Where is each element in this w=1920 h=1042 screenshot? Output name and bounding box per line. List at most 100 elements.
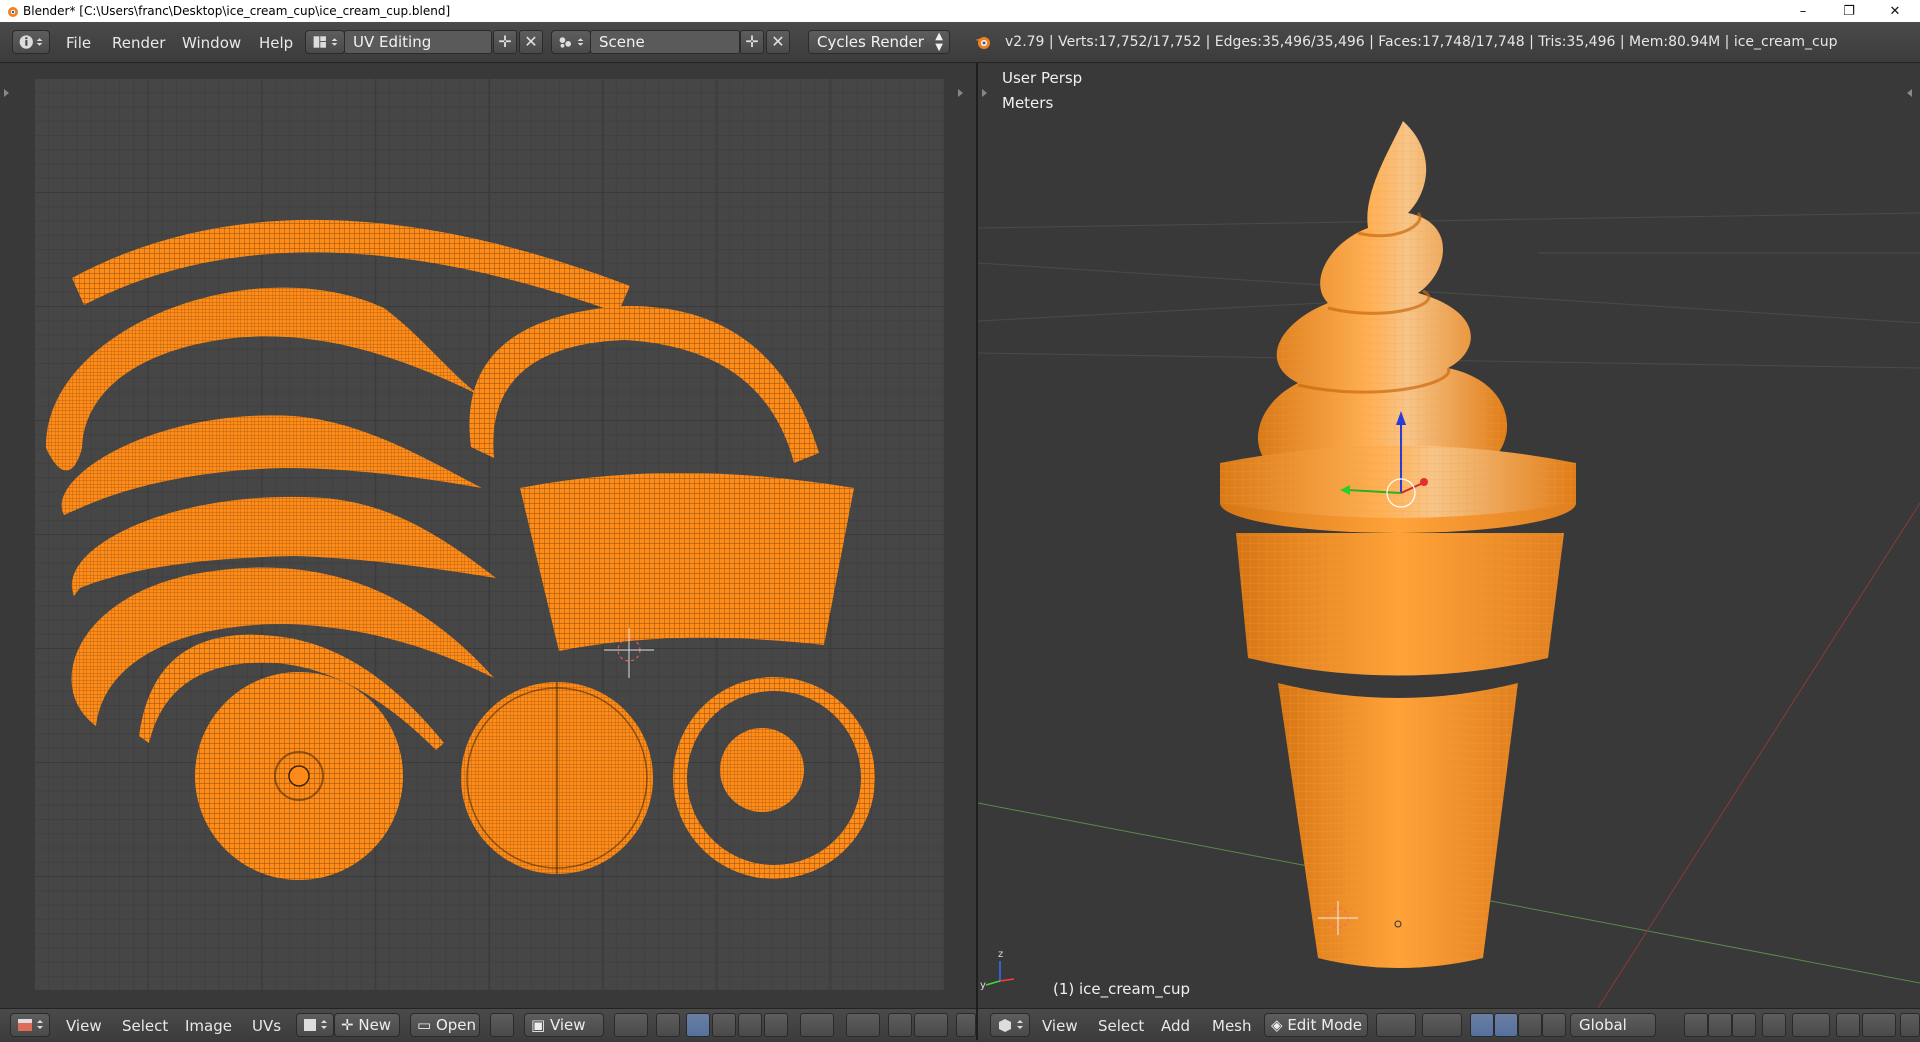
translate-manipulator-icon[interactable] xyxy=(1494,1013,1518,1037)
delete-scene-button[interactable]: ✕ xyxy=(766,30,790,54)
manipulator-toggle-icon[interactable] xyxy=(1470,1013,1494,1037)
edge-select-icon[interactable] xyxy=(712,1013,736,1037)
uv-island-cup-band[interactable] xyxy=(520,473,854,651)
uv-view-mode-label: View xyxy=(549,1016,586,1034)
uv-menu-uvs[interactable]: UVs xyxy=(252,1017,281,1035)
uv-view-mode-dropdown[interactable]: ▣ View xyxy=(524,1013,604,1037)
region-toggle-arrow-icon[interactable] xyxy=(4,89,9,97)
render-engine-label: Cycles Render xyxy=(817,33,924,51)
pivot-point-icon[interactable] xyxy=(1422,1013,1462,1037)
uv-image-editor[interactable] xyxy=(0,63,976,1008)
minimize-button[interactable]: – xyxy=(1780,0,1826,22)
proportional-edit-icon[interactable] xyxy=(1792,1013,1830,1037)
image-editor-icon xyxy=(18,1019,43,1031)
layer-button-2-icon[interactable] xyxy=(1708,1013,1732,1037)
folder-icon: ▭ xyxy=(417,1016,436,1034)
view3d-menu-view[interactable]: View xyxy=(1042,1017,1078,1035)
open-image-button[interactable]: ▭ Open xyxy=(410,1013,480,1037)
svg-text:z: z xyxy=(998,949,1003,960)
region-toggle-arrow-icon[interactable] xyxy=(958,89,963,97)
uv-editor-header: View Select Image UVs ✛ New ▭ Open ▣ Vie… xyxy=(0,1008,976,1041)
editor-type-info-button[interactable] xyxy=(12,30,50,54)
x-axis-handle-icon[interactable] xyxy=(1420,478,1428,486)
uv-grid-canvas[interactable] xyxy=(34,78,944,990)
snap-element-icon[interactable] xyxy=(1862,1013,1896,1037)
menu-window[interactable]: Window xyxy=(182,34,241,52)
layer-button-3-icon[interactable] xyxy=(1732,1013,1756,1037)
transform-orientation-label: Global xyxy=(1579,1016,1627,1034)
info-header: File Render Window Help UV Editing ✛ ✕ S… xyxy=(0,22,1920,63)
close-button[interactable]: ✕ xyxy=(1872,0,1918,22)
scene-icon xyxy=(559,37,584,48)
occlude-geometry-icon[interactable] xyxy=(1762,1013,1786,1037)
3d-view-icon xyxy=(999,1019,1023,1032)
menu-help[interactable]: Help xyxy=(259,34,293,52)
transform-orientation-dropdown[interactable]: Global xyxy=(1570,1013,1656,1037)
plus-icon: ✛ xyxy=(745,32,759,51)
new-image-label: New xyxy=(358,1016,392,1034)
new-image-button[interactable]: ✛ New xyxy=(334,1013,400,1037)
uv-island-disc-left[interactable] xyxy=(195,672,403,880)
screen-layout-field[interactable]: UV Editing xyxy=(344,30,492,54)
rotate-manipulator-icon[interactable] xyxy=(1518,1013,1542,1037)
snap-icon[interactable] xyxy=(1836,1013,1860,1037)
face-select-icon[interactable] xyxy=(738,1013,762,1037)
layer-button-1-icon[interactable] xyxy=(1684,1013,1708,1037)
interaction-mode-dropdown[interactable]: ◈ Edit Mode xyxy=(1264,1013,1368,1037)
uv-island-disc-middle[interactable] xyxy=(461,682,653,874)
pin-icon[interactable] xyxy=(490,1013,514,1037)
viewport-scene[interactable]: z y xyxy=(978,63,1920,1008)
3d-viewport[interactable]: User Persp Meters z y (1) ice_cream_cup xyxy=(978,63,1920,1008)
view3d-menu-select[interactable]: Select xyxy=(1098,1017,1144,1035)
edit-mode-icon: ◈ xyxy=(1271,1016,1288,1034)
add-screen-button[interactable]: ✛ xyxy=(493,30,517,54)
x-icon: ✕ xyxy=(524,32,538,51)
uv-menu-image[interactable]: Image xyxy=(185,1017,232,1035)
image-browse-button[interactable] xyxy=(296,1013,334,1037)
blender-logo-icon xyxy=(8,7,18,17)
info-icon xyxy=(19,35,43,49)
snap-icon[interactable] xyxy=(888,1013,912,1037)
plus-icon: ✛ xyxy=(341,1016,359,1034)
maximize-button[interactable]: ❐ xyxy=(1826,0,1872,22)
screen-layout-browse-button[interactable] xyxy=(305,30,345,54)
delete-screen-button[interactable]: ✕ xyxy=(519,30,543,54)
blender-logo-icon xyxy=(975,37,990,49)
x-icon: ✕ xyxy=(771,32,785,51)
editor-type-3d-button[interactable] xyxy=(990,1013,1030,1037)
island-select-icon[interactable] xyxy=(764,1013,788,1037)
dropdown-arrows-icon: ▲ ▼ xyxy=(935,31,943,53)
scene-browse-button[interactable] xyxy=(551,30,591,54)
view3d-menu-add[interactable]: Add xyxy=(1161,1017,1190,1035)
ice-cream-mesh[interactable] xyxy=(1220,121,1576,968)
menu-file[interactable]: File xyxy=(66,34,91,52)
active-object-label: (1) ice_cream_cup xyxy=(1053,980,1191,998)
viewport-shading-icon[interactable] xyxy=(1376,1013,1416,1037)
uv-islands[interactable] xyxy=(34,78,944,990)
window-title: Blender* [C:\Users\franc\Desktop\ice_cre… xyxy=(23,4,451,18)
proportional-edit-icon[interactable] xyxy=(846,1013,880,1037)
overflow-icon[interactable] xyxy=(956,1013,976,1037)
view-axes-icon: z y xyxy=(980,949,1015,991)
uv-menu-select[interactable]: Select xyxy=(122,1017,168,1035)
view3d-header: View Select Add Mesh ◈ Edit Mode Global xyxy=(978,1008,1920,1041)
pivot-point-icon[interactable] xyxy=(614,1013,648,1037)
uv-island-cone-rim-arc[interactable] xyxy=(469,305,819,463)
open-image-label: Open xyxy=(435,1016,477,1034)
scale-manipulator-icon[interactable] xyxy=(1542,1013,1566,1037)
add-scene-button[interactable]: ✛ xyxy=(740,30,764,54)
uv-island-ring-right[interactable] xyxy=(673,677,875,879)
scene-field[interactable]: Scene xyxy=(590,30,740,54)
image-icon xyxy=(304,1019,327,1031)
editor-type-image-button[interactable] xyxy=(10,1013,50,1037)
overflow-icon[interactable] xyxy=(1900,1013,1920,1037)
uv-menu-view[interactable]: View xyxy=(66,1017,102,1035)
y-axis-line xyxy=(1597,502,1920,1008)
sticky-select-mode-icon[interactable] xyxy=(800,1013,834,1037)
render-engine-dropdown[interactable]: Cycles Render ▲ ▼ xyxy=(808,30,950,54)
menu-render[interactable]: Render xyxy=(112,34,165,52)
view3d-menu-mesh[interactable]: Mesh xyxy=(1212,1017,1252,1035)
vertex-select-icon[interactable] xyxy=(686,1013,710,1037)
sync-selection-icon[interactable] xyxy=(656,1013,680,1037)
snap-target-icon[interactable] xyxy=(914,1013,948,1037)
